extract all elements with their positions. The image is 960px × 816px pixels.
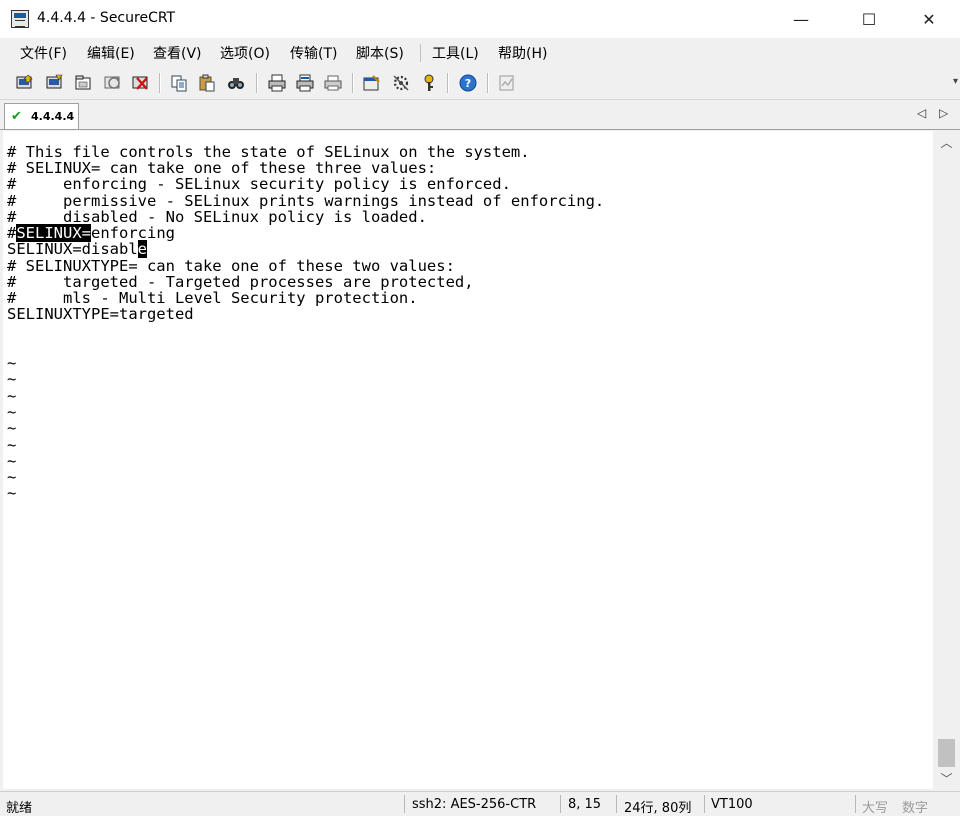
session-options-button[interactable] [361, 72, 383, 94]
toolbar-separator [256, 73, 258, 93]
toolbar-overflow-icon[interactable]: ▾ [953, 76, 958, 87]
help-icon: ? [459, 74, 477, 92]
terminal-line: # enforcing - SELinux security policy is… [7, 175, 511, 193]
session-options-icon [363, 75, 380, 91]
reconnect-button[interactable] [102, 72, 124, 94]
close-icon: ✕ [922, 9, 936, 29]
find-button[interactable] [225, 72, 247, 94]
empty-line-marker: ~ [7, 370, 17, 389]
global-options-icon [393, 75, 409, 91]
minimize-button[interactable]: — [778, 0, 824, 38]
toolbar: ? ▾ [0, 66, 960, 100]
line-text: SELINUX=disabl [7, 240, 138, 258]
session-tab[interactable]: ✔ 4.4.4.4 [4, 103, 79, 129]
window-title: 4.4.4.4 - SecureCRT [37, 10, 176, 26]
menu-separator [420, 44, 421, 62]
menu-help[interactable]: 帮助(H) [498, 43, 547, 63]
status-emulation: VT100 [711, 797, 753, 812]
status-terminal-size: 24行, 80列 [624, 801, 692, 816]
empty-line-marker: ~ [7, 435, 17, 454]
disconnect-button[interactable] [130, 72, 152, 94]
print-setup-button[interactable] [322, 72, 344, 94]
session-tab-label: 4.4.4.4 [31, 110, 75, 123]
menu-tools[interactable]: 工具(L) [432, 43, 479, 63]
help-button[interactable]: ? [457, 72, 479, 94]
disconnect-icon [132, 76, 148, 90]
log-session-button[interactable] [496, 72, 518, 94]
menu-file[interactable]: 文件(F) [20, 43, 67, 63]
terminal-screen[interactable]: # This file controls the state of SELinu… [3, 131, 933, 789]
copy-button[interactable] [168, 72, 190, 94]
session-tab-bar: ✔ 4.4.4.4 ◁ ▷ [0, 100, 960, 130]
svg-text:?: ? [465, 77, 471, 90]
connect-in-tab-button[interactable] [73, 72, 95, 94]
scrollbar-thumb[interactable] [938, 739, 955, 767]
paste-button[interactable] [196, 72, 218, 94]
connect-icon [16, 74, 33, 89]
title-bar: 4.4.4.4 - SecureCRT — ☐ ✕ [0, 0, 960, 38]
status-cursor-position: 8, 15 [568, 797, 602, 812]
status-num-lock: 数字 [902, 801, 929, 816]
quick-connect-icon [46, 74, 63, 89]
status-ready: 就绪 [6, 801, 33, 816]
toolbar-separator [352, 73, 354, 93]
toolbar-separator [447, 73, 449, 93]
menu-edit[interactable]: 编辑(E) [87, 43, 135, 63]
paste-icon [199, 74, 215, 92]
toolbar-separator [159, 73, 161, 93]
toolbar-separator [487, 73, 489, 93]
securecrt-app-icon[interactable] [11, 10, 29, 28]
print-button[interactable] [266, 72, 288, 94]
tab-scroll-left-icon[interactable]: ◁ [917, 106, 926, 120]
menu-script[interactable]: 脚本(S) [356, 43, 404, 63]
menu-bar: 文件(F) 编辑(E) 查看(V) 选项(O) 传输(T) 脚本(S) 工具(L… [0, 38, 960, 66]
status-separator [616, 795, 617, 813]
scroll-down-icon[interactable]: ﹀ [933, 769, 960, 787]
menu-transfer[interactable]: 传输(T) [290, 43, 337, 63]
status-separator [704, 795, 705, 813]
tab-scroll-right-icon[interactable]: ▷ [939, 106, 948, 120]
empty-line-marker: ~ [7, 484, 17, 503]
minimize-icon: — [793, 9, 809, 29]
terminal-line: SELINUX=disable [7, 240, 147, 258]
reconnect-icon [104, 76, 120, 89]
scroll-up-icon[interactable]: ︿ [933, 133, 960, 151]
print-icon [268, 74, 286, 92]
maximize-button[interactable]: ☐ [846, 0, 892, 38]
find-icon [228, 78, 244, 89]
terminal-cursor: e [137, 240, 147, 258]
connect-button[interactable] [14, 72, 36, 94]
global-options-button[interactable] [390, 72, 412, 94]
connect-in-tab-icon [75, 75, 91, 90]
menu-view[interactable]: 查看(V) [153, 43, 202, 63]
empty-line-marker: ~ [7, 419, 17, 438]
print-setup-icon [324, 75, 342, 91]
maximize-icon: ☐ [861, 9, 877, 29]
vertical-scrollbar[interactable]: ︿ ﹀ [933, 131, 960, 789]
status-separator [560, 795, 561, 813]
keymap-button[interactable] [418, 72, 440, 94]
status-cipher: ssh2: AES-256-CTR [412, 797, 537, 812]
status-separator [855, 795, 856, 813]
copy-icon [171, 75, 187, 92]
print-selection-icon [296, 74, 314, 92]
menu-options[interactable]: 选项(O) [220, 43, 270, 63]
print-selection-button[interactable] [294, 72, 316, 94]
close-button[interactable]: ✕ [906, 0, 952, 38]
quick-connect-button[interactable] [44, 72, 66, 94]
keymap-icon [424, 74, 434, 91]
log-session-icon [499, 75, 514, 91]
status-separator [404, 795, 405, 813]
connected-check-icon: ✔ [11, 109, 22, 124]
terminal-line: SELINUXTYPE=targeted [7, 305, 194, 323]
status-caps-lock: 大写 [862, 801, 889, 816]
status-bar: 就绪 ssh2: AES-256-CTR 8, 15 24行, 80列 VT10… [0, 791, 960, 816]
